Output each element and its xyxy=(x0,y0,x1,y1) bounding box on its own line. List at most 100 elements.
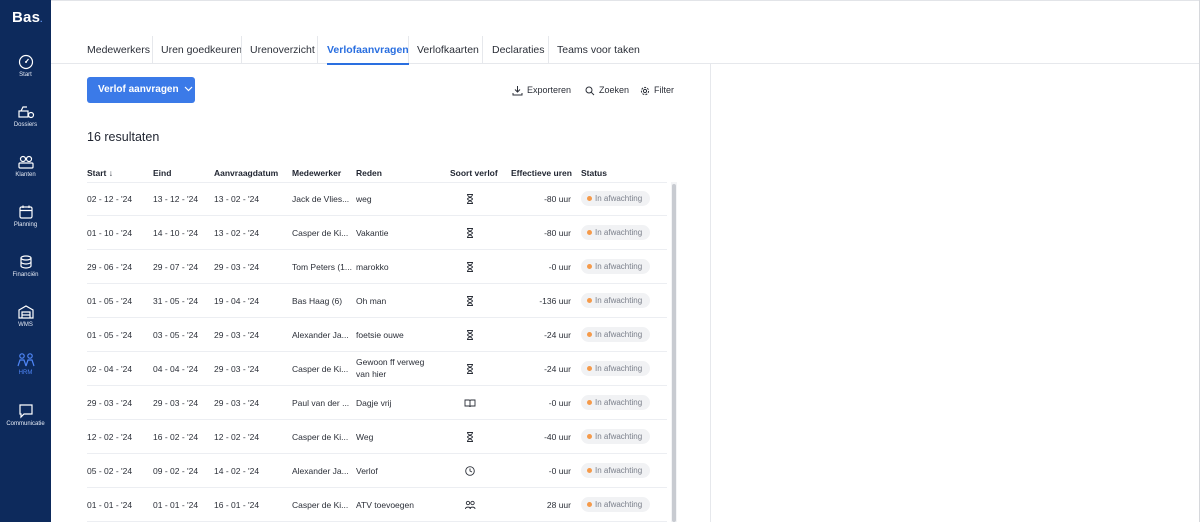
cell-end: 01 - 01 - '24 xyxy=(153,500,199,510)
table-row[interactable]: 01 - 05 - '24 31 - 05 - '24 19 - 04 - '24 B… xyxy=(87,284,667,318)
export-button[interactable]: Exporteren xyxy=(512,85,571,96)
cell-employee: Alexander Ja... xyxy=(292,466,349,476)
sidebar-item-label: Communicatie xyxy=(6,421,45,427)
scrollbar-thumb[interactable] xyxy=(672,184,676,522)
sidebar-item-wms[interactable]: WMS xyxy=(0,304,51,328)
sidebar-item-label: HRM xyxy=(18,370,33,376)
status-badge: In afwachting xyxy=(581,429,651,444)
tab-urenoverzicht[interactable]: Urenoverzicht xyxy=(250,44,315,56)
cell-end: 13 - 12 - '24 xyxy=(153,194,199,204)
customers-icon xyxy=(17,155,34,169)
cell-employee: Bas Haag (6) xyxy=(292,296,343,306)
cell-requested: 14 - 02 - '24 xyxy=(214,466,260,476)
cell-requested: 12 - 02 - '24 xyxy=(214,432,260,442)
hourglass-icon xyxy=(467,262,473,272)
column-header-reason[interactable]: Reden xyxy=(356,168,382,178)
app-logo[interactable]: Bas. xyxy=(12,9,43,26)
table-row[interactable]: 05 - 02 - '24 09 - 02 - '24 14 - 02 - '24 A… xyxy=(87,454,667,488)
hourglass-icon xyxy=(467,194,473,204)
cell-end: 16 - 02 - '24 xyxy=(153,432,199,442)
tab-verlofkaarten[interactable]: Verlofkaarten xyxy=(417,44,479,56)
sidebar-item-financien[interactable]: Financiën xyxy=(0,254,51,278)
export-label: Exporteren xyxy=(527,85,572,95)
cell-effective-hours: -24 uur xyxy=(544,364,571,374)
column-header-start[interactable]: Start ↓ xyxy=(87,168,113,178)
tab-divider xyxy=(408,36,409,63)
table-row[interactable]: 01 - 01 - '24 01 - 01 - '24 16 - 01 - '24 C… xyxy=(87,488,667,522)
tab-bar: Medewerkers Uren goedkeuren Urenoverzich… xyxy=(51,36,1200,65)
cell-requested: 29 - 03 - '24 xyxy=(214,262,260,272)
sidebar-item-label: Financiën xyxy=(12,272,39,278)
cell-employee: Casper de Ki... xyxy=(292,500,349,510)
column-header-effective-hours[interactable]: Effectieve uren xyxy=(511,168,572,178)
search-icon xyxy=(585,86,595,95)
table-row[interactable]: 29 - 03 - '24 29 - 03 - '24 29 - 03 - '24 P… xyxy=(87,386,667,420)
cell-effective-hours: -136 uur xyxy=(539,296,571,306)
cell-requested: 29 - 03 - '24 xyxy=(214,330,260,340)
calendar-icon xyxy=(18,205,33,219)
results-count: 16 resultaten xyxy=(87,130,160,144)
sidebar-item-planning[interactable]: Planning xyxy=(0,204,51,228)
table-row[interactable]: 29 - 06 - '24 29 - 07 - '24 29 - 03 - '24 T… xyxy=(87,250,667,284)
cell-start: 05 - 02 - '24 xyxy=(87,466,133,476)
cell-start: 02 - 12 - '24 xyxy=(87,194,133,204)
sidebar-item-dossiers[interactable]: Dossiers xyxy=(0,104,51,128)
status-badge: In afwachting xyxy=(581,361,651,376)
cell-effective-hours: -24 uur xyxy=(544,330,571,340)
panel-divider xyxy=(710,64,711,522)
tab-divider xyxy=(548,36,549,63)
column-header-requested[interactable]: Aanvraagdatum xyxy=(214,168,278,178)
search-button[interactable]: Zoeken xyxy=(585,85,629,96)
cell-start: 01 - 01 - '24 xyxy=(87,500,133,510)
book-icon xyxy=(464,399,476,408)
status-badge: In afwachting xyxy=(581,463,651,478)
cell-start: 02 - 04 - '24 xyxy=(87,364,133,374)
column-header-status[interactable]: Status xyxy=(581,168,607,178)
cell-effective-hours: 28 uur xyxy=(546,500,571,510)
table-row[interactable]: 02 - 12 - '24 13 - 12 - '24 13 - 02 - '24 J… xyxy=(87,182,667,216)
cell-employee: Casper de Ki... xyxy=(292,228,349,238)
table-row[interactable]: 02 - 04 - '24 04 - 04 - '24 29 - 03 - '24 C… xyxy=(87,352,667,386)
sidebar-item-start[interactable]: Start xyxy=(0,54,51,78)
hourglass-icon xyxy=(467,432,473,442)
cell-employee: Paul van der ... xyxy=(292,398,350,408)
column-header-leave-type[interactable]: Soort verlof xyxy=(450,168,498,178)
request-leave-button[interactable]: Verlof aanvragen xyxy=(87,77,195,103)
sidebar-item-label: Dossiers xyxy=(13,122,38,128)
hourglass-icon xyxy=(467,296,473,306)
sidebar-item-label: Start xyxy=(19,72,32,78)
tab-uren-goedkeuren[interactable]: Uren goedkeuren xyxy=(161,44,242,56)
cell-start: 01 - 10 - '24 xyxy=(87,228,133,238)
cell-reason: marokko xyxy=(356,262,389,272)
cell-end: 14 - 10 - '24 xyxy=(153,228,199,238)
download-icon xyxy=(512,86,523,96)
cell-end: 31 - 05 - '24 xyxy=(153,296,199,306)
cell-requested: 29 - 03 - '24 xyxy=(214,364,260,374)
table-row[interactable]: 12 - 02 - '24 16 - 02 - '24 12 - 02 - '24 C… xyxy=(87,420,667,454)
sidebar-item-communicatie[interactable]: Communicatie xyxy=(0,403,51,427)
warehouse-icon xyxy=(17,305,34,319)
tab-verlofaanvragen[interactable]: Verlofaanvragen xyxy=(327,44,409,65)
tab-divider xyxy=(241,36,242,63)
cell-effective-hours: -0 uur xyxy=(548,466,571,476)
sidebar-item-label: WMS xyxy=(18,322,33,328)
filter-button[interactable]: Filter xyxy=(640,85,674,96)
cell-end: 03 - 05 - '24 xyxy=(153,330,199,340)
table-row[interactable]: 01 - 05 - '24 03 - 05 - '24 29 - 03 - '24 A… xyxy=(87,318,667,352)
cell-reason: ATV toevoegen xyxy=(356,500,414,510)
table-row[interactable]: 01 - 10 - '24 14 - 10 - '24 13 - 02 - '24 C… xyxy=(87,216,667,250)
tab-declaraties[interactable]: Declaraties xyxy=(492,44,545,56)
cell-effective-hours: -0 uur xyxy=(548,262,571,272)
column-header-end[interactable]: Eind xyxy=(153,168,171,178)
filter-label: Filter xyxy=(654,85,674,95)
cell-employee: Alexander Ja... xyxy=(292,330,349,340)
tab-medewerkers[interactable]: Medewerkers xyxy=(87,44,150,56)
sidebar-item-hrm[interactable]: HRM xyxy=(0,352,51,376)
sidebar-item-klanten[interactable]: Klanten xyxy=(0,154,51,178)
column-header-employee[interactable]: Medewerker xyxy=(292,168,341,178)
tab-teams-voor-taken[interactable]: Teams voor taken xyxy=(557,44,640,56)
hourglass-icon xyxy=(467,364,473,374)
cell-reason: Gewoon ff verweg van hier xyxy=(356,357,425,379)
cell-start: 01 - 05 - '24 xyxy=(87,296,133,306)
cell-employee: Casper de Ki... xyxy=(292,364,349,374)
